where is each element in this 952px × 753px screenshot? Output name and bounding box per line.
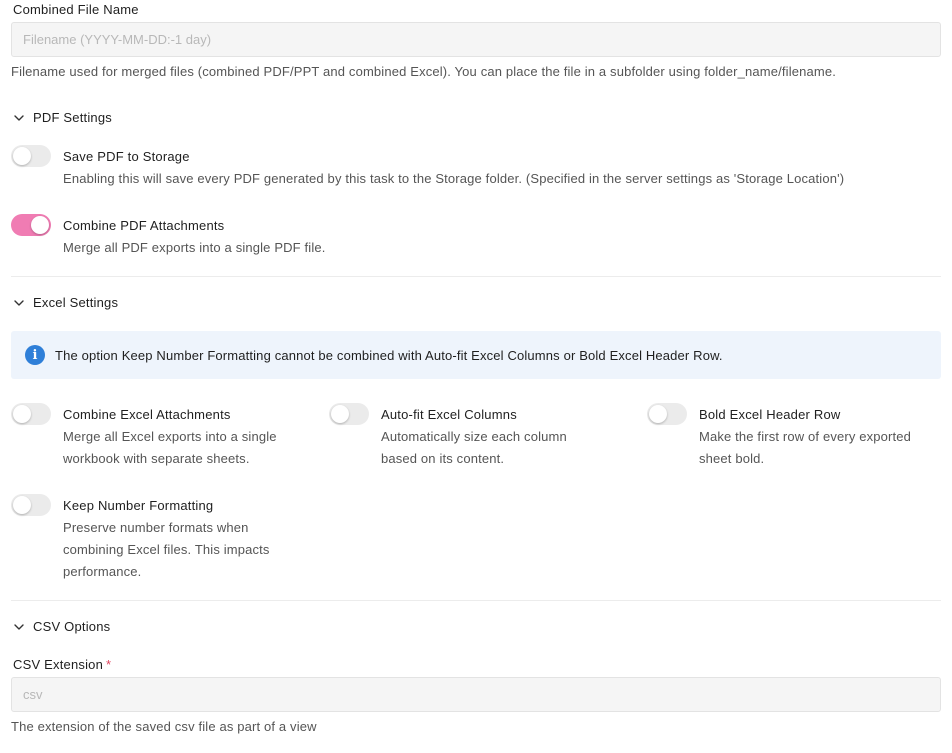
toggle-knob (13, 496, 31, 514)
excel-info-text: The option Keep Number Formatting cannot… (55, 347, 723, 363)
bold-header-text: Bold Excel Header Row Make the first row… (699, 407, 911, 470)
combined-file-name-input[interactable] (11, 22, 941, 57)
excel-settings-header[interactable]: Excel Settings (13, 295, 118, 310)
csv-options-header[interactable]: CSV Options (13, 619, 110, 634)
info-icon: i (25, 345, 45, 365)
csv-extension-label-text: CSV Extension (13, 657, 104, 672)
combine-excel-desc-line: Merge all Excel exports into a single (63, 429, 277, 444)
keep-number-text: Keep Number Formatting Preserve number f… (63, 498, 270, 583)
bold-header-desc-line: Make the first row of every exported (699, 429, 912, 444)
keep-number-desc-line: combining Excel files. This impacts (63, 542, 270, 557)
autofit-desc: Automatically size each column based on … (381, 426, 567, 470)
keep-number-desc: Preserve number formats when combining E… (63, 517, 270, 583)
keep-number-desc-line: Preserve number formats when (63, 520, 249, 535)
save-pdf-row: Save PDF to Storage Enabling this will s… (11, 145, 844, 190)
toggle-knob (13, 405, 31, 423)
csv-extension-input[interactable] (11, 677, 941, 712)
bold-header-desc: Make the first row of every exported she… (699, 426, 911, 470)
bold-header-toggle[interactable] (647, 403, 687, 425)
keep-number-title: Keep Number Formatting (63, 498, 214, 513)
combine-excel-row: Combine Excel Attachments Merge all Exce… (11, 403, 277, 470)
chevron-down-icon (14, 623, 24, 630)
task-settings-form: Combined File Name Filename used for mer… (0, 0, 952, 753)
pdf-settings-title: PDF Settings (33, 110, 112, 125)
combine-excel-toggle[interactable] (11, 403, 51, 425)
combine-pdf-text: Combine PDF Attachments Merge all PDF ex… (63, 218, 326, 259)
toggle-knob (331, 405, 349, 423)
keep-number-row: Keep Number Formatting Preserve number f… (11, 494, 270, 583)
autofit-desc-line: based on its content. (381, 451, 505, 466)
keep-number-desc-line: performance. (63, 564, 142, 579)
toggle-knob (13, 147, 31, 165)
csv-extension-help: The extension of the saved csv file as p… (11, 719, 317, 734)
pdf-settings-header[interactable]: PDF Settings (13, 110, 112, 125)
combine-pdf-row: Combine PDF Attachments Merge all PDF ex… (11, 214, 326, 259)
excel-settings-title: Excel Settings (33, 295, 119, 310)
bold-header-row: Bold Excel Header Row Make the first row… (647, 403, 911, 470)
combine-excel-desc: Merge all Excel exports into a single wo… (63, 426, 277, 470)
autofit-row: Auto-fit Excel Columns Automatically siz… (329, 403, 567, 470)
section-divider (11, 600, 941, 601)
combined-file-name-label: Combined File Name (13, 2, 139, 17)
chevron-down-icon (14, 299, 24, 306)
bold-header-desc-line: sheet bold. (699, 451, 765, 466)
combine-excel-desc-line: workbook with separate sheets. (63, 451, 250, 466)
section-divider (11, 276, 941, 277)
required-marker: * (106, 657, 112, 672)
csv-extension-label: CSV Extension * (13, 657, 111, 672)
autofit-desc-line: Automatically size each column (381, 429, 567, 444)
excel-info-banner: i The option Keep Number Formatting cann… (11, 331, 941, 379)
save-pdf-text: Save PDF to Storage Enabling this will s… (63, 149, 844, 190)
toggle-knob (649, 405, 667, 423)
save-pdf-title: Save PDF to Storage (63, 149, 190, 164)
csv-options-title: CSV Options (33, 619, 111, 634)
bold-header-title: Bold Excel Header Row (699, 407, 841, 422)
keep-number-toggle[interactable] (11, 494, 51, 516)
save-pdf-toggle[interactable] (11, 145, 51, 167)
chevron-down-icon (14, 114, 24, 121)
combine-excel-title: Combine Excel Attachments (63, 407, 231, 422)
autofit-title: Auto-fit Excel Columns (381, 407, 517, 422)
autofit-toggle[interactable] (329, 403, 369, 425)
save-pdf-desc: Enabling this will save every PDF genera… (63, 171, 845, 186)
toggle-knob (31, 216, 49, 234)
combine-pdf-title: Combine PDF Attachments (63, 218, 225, 233)
combined-file-name-help: Filename used for merged files (combined… (11, 64, 837, 79)
combine-excel-text: Combine Excel Attachments Merge all Exce… (63, 407, 277, 470)
combine-pdf-desc: Merge all PDF exports into a single PDF … (63, 240, 326, 255)
combine-pdf-toggle[interactable] (11, 214, 51, 236)
autofit-text: Auto-fit Excel Columns Automatically siz… (381, 407, 567, 470)
